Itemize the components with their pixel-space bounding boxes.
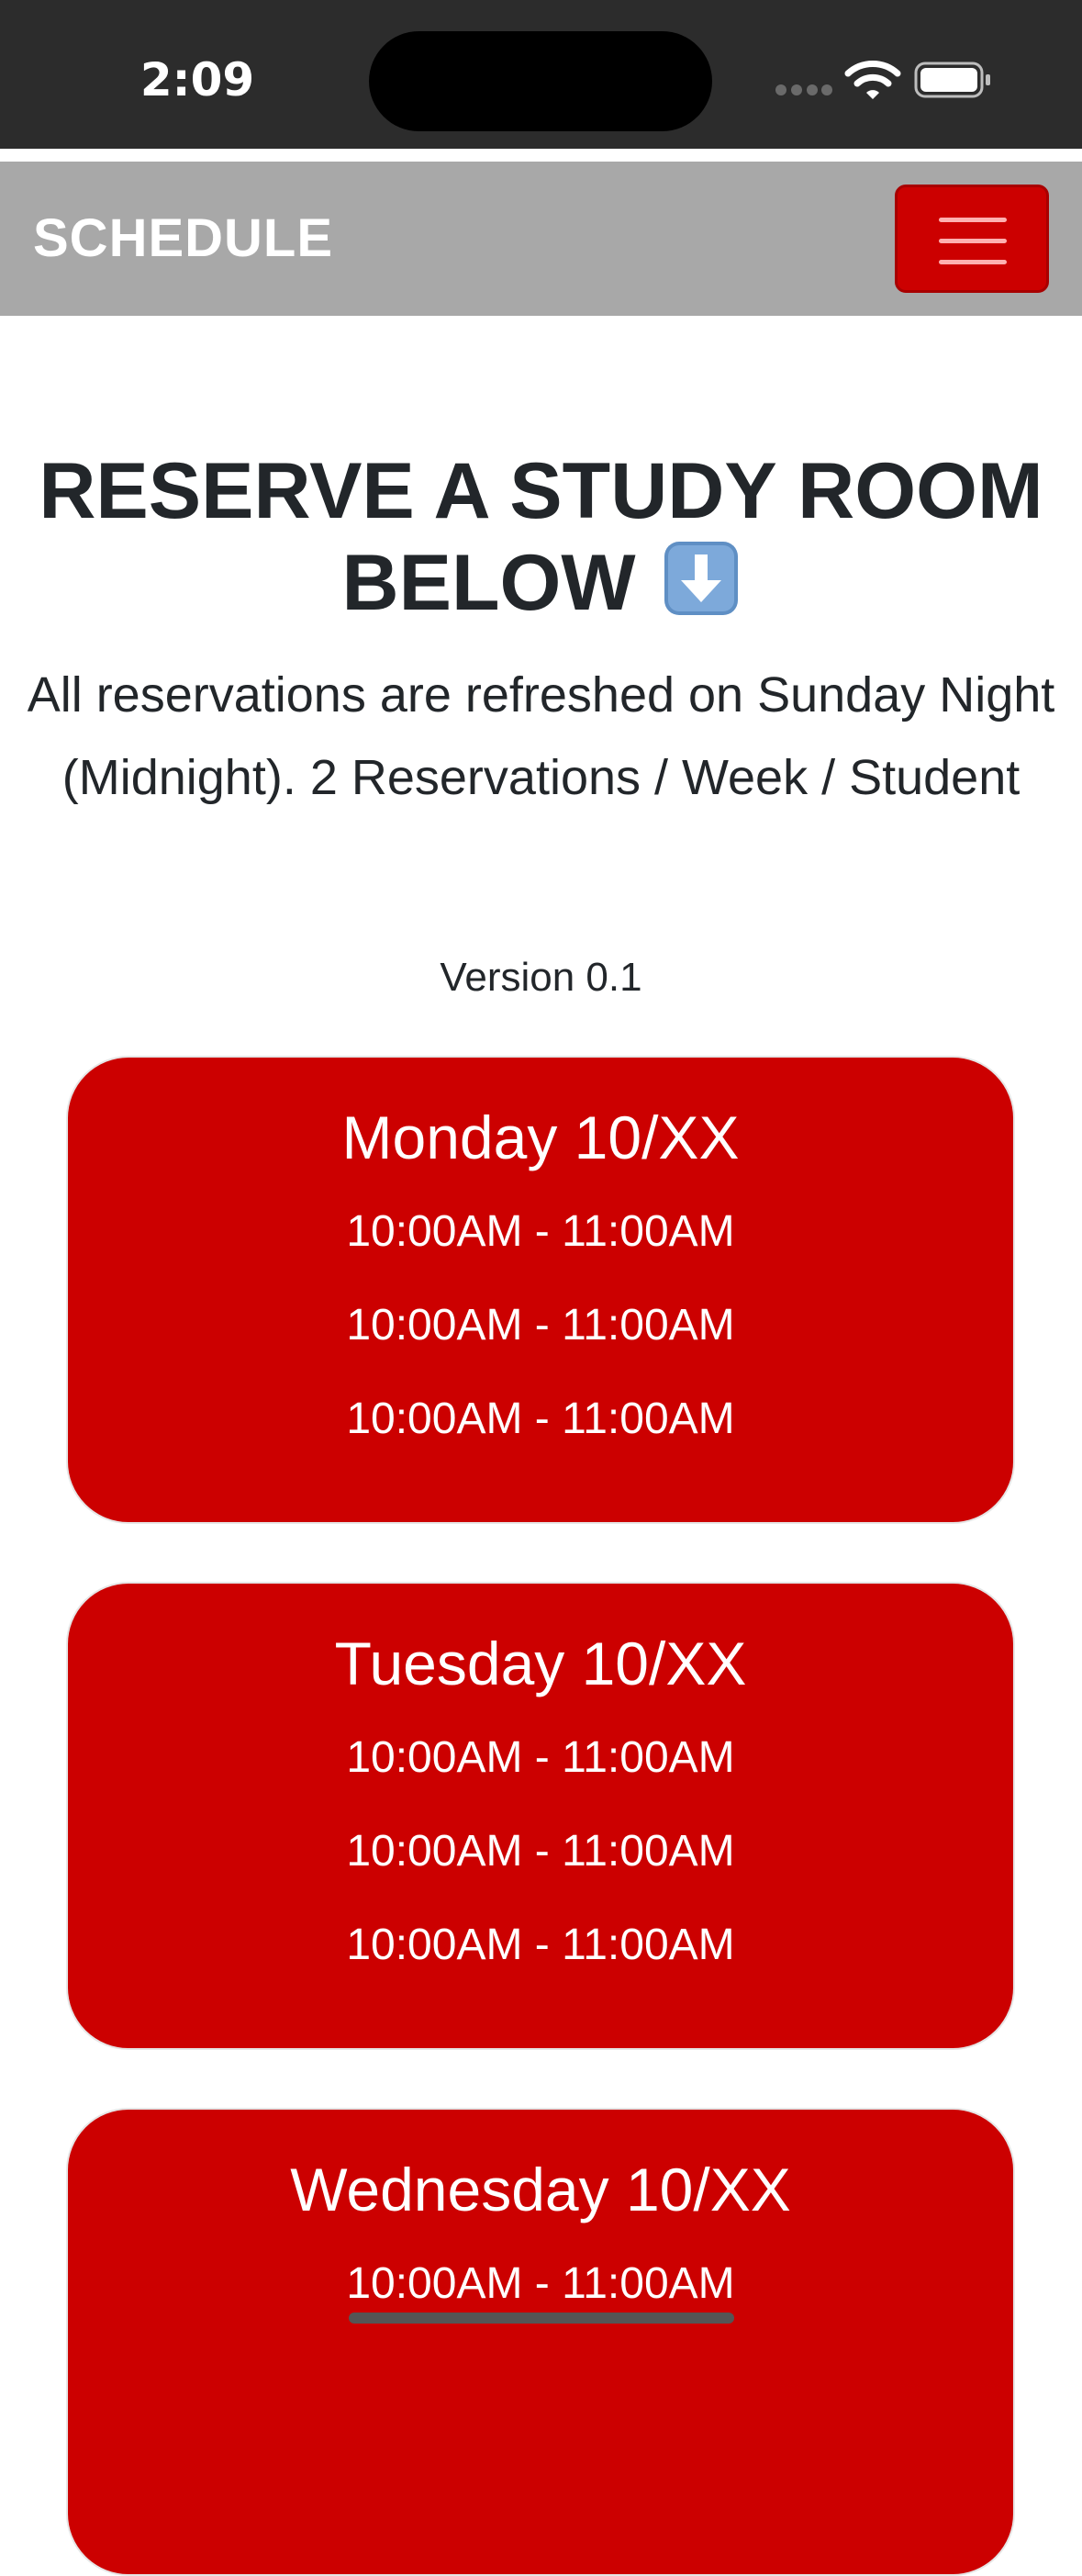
hamburger-menu-icon-middle — [939, 239, 1007, 243]
hamburger-menu-icon-bottom — [939, 260, 1007, 264]
page-title: RESERVE A STUDY ROOM BELOW — [9, 445, 1073, 629]
day-card-tuesday: Tuesday 10/XX 10:00AM - 11:00AM 10:00AM … — [66, 1582, 1015, 2050]
time-slot[interactable]: 10:00AM - 11:00AM — [68, 1294, 1013, 1358]
time-slot[interactable]: 10:00AM - 11:00AM — [68, 1820, 1013, 1884]
battery-icon — [914, 62, 990, 98]
day-title: Tuesday 10/XX — [334, 1630, 747, 1697]
page-title-line1: RESERVE A STUDY ROOM — [39, 447, 1043, 535]
wifi-icon — [844, 61, 901, 99]
time-slot[interactable]: 10:00AM - 11:00AM — [68, 1913, 1013, 1977]
time-slot[interactable]: 10:00AM - 11:00AM — [68, 1200, 1013, 1264]
dynamic-island — [369, 31, 712, 131]
signal-dots-icon — [775, 84, 832, 97]
page-title-line2: BELOW — [341, 539, 636, 627]
hamburger-menu-button[interactable] — [895, 185, 1049, 293]
down-arrow-emoji-icon — [664, 542, 739, 615]
status-bar: 2:09 — [0, 0, 1082, 149]
day-card-monday: Monday 10/XX 10:00AM - 11:00AM 10:00AM -… — [66, 1056, 1015, 1524]
home-indicator[interactable] — [349, 2313, 734, 2324]
day-title: Wednesday 10/XX — [290, 2156, 791, 2223]
time-slot[interactable]: 10:00AM - 11:00AM — [68, 1387, 1013, 1451]
day-card-wednesday: Wednesday 10/XX 10:00AM - 11:00AM — [66, 2108, 1015, 2576]
time-slot[interactable]: 10:00AM - 11:00AM — [68, 1726, 1013, 1790]
time-slot[interactable]: 10:00AM - 11:00AM — [68, 2252, 1013, 2316]
brand-title[interactable]: SCHEDULE — [33, 200, 333, 277]
day-title: Monday 10/XX — [341, 1103, 740, 1171]
version-label: Version 0.1 — [440, 955, 642, 1000]
hamburger-menu-icon — [939, 218, 1007, 222]
reservation-info: All reservations are refreshed on Sunday… — [27, 667, 1055, 805]
navbar: SCHEDULE — [0, 162, 1082, 316]
status-time: 2:09 — [139, 53, 255, 106]
